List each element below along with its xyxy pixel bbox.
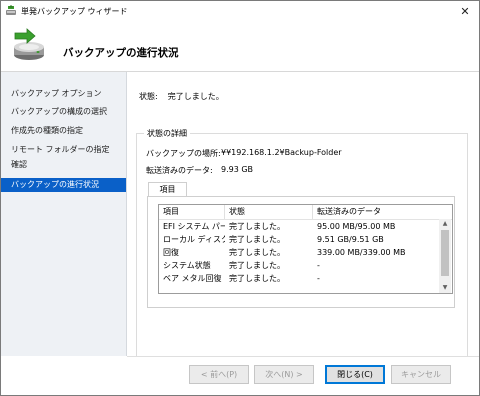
column-header-transferred[interactable]: 転送済みのデータ [313, 205, 439, 219]
status-label: 状態: [139, 92, 158, 101]
table-cell-status: 完了しました。 [229, 274, 285, 283]
backup-location-row: バックアップの場所: ¥¥192.168.1.2¥Backup-Folder [146, 148, 342, 159]
sidebar-item-destination-type[interactable]: 作成先の種類の指定 [1, 124, 126, 138]
wizard-header: バックアップの進行状況 [1, 21, 479, 71]
wizard-footer: < 前へ(P) 次へ(N) > 閉じる(C) キャンセル [1, 357, 479, 395]
items-tab-pane: 項目 状態 転送済みのデータ EFI システム パー… 完了しました。 95.0… [147, 196, 455, 308]
table-header: 項目 状態 転送済みのデータ [159, 205, 452, 220]
table-vertical-scrollbar[interactable]: ▲ ▼ [439, 219, 451, 293]
table-cell-transferred: 339.00 MB/339.00 MB [317, 248, 406, 257]
sidebar-item-remote-folder[interactable]: リモート フォルダーの指定 [1, 143, 126, 157]
column-header-item[interactable]: 項目 [159, 205, 225, 219]
table-row[interactable]: ベア メタル回復 完了しました。 - [159, 273, 439, 285]
next-button[interactable]: 次へ(N) > [254, 365, 314, 384]
sidebar-item-backup-options[interactable]: バックアップ オプション [1, 87, 126, 101]
sidebar-item-confirmation[interactable]: 確認 [1, 158, 126, 172]
table-row[interactable]: 回復 完了しました。 339.00 MB/339.00 MB [159, 247, 439, 259]
backup-wizard-icon [6, 5, 16, 15]
table-cell-item: ローカル ディスク… [163, 235, 225, 244]
table-cell-transferred: 9.51 GB/9.51 GB [317, 235, 384, 244]
table-row[interactable]: ローカル ディスク… 完了しました。 9.51 GB/9.51 GB [159, 234, 439, 246]
chevron-down-icon[interactable]: ▼ [439, 283, 451, 293]
table-row[interactable]: システム状態 完了しました。 - [159, 260, 439, 272]
table-cell-item: ベア メタル回復 [163, 274, 222, 283]
sidebar-item-backup-configuration[interactable]: バックアップの構成の選択 [1, 105, 126, 119]
table-row[interactable]: EFI システム パー… 完了しました。 95.00 MB/95.00 MB [159, 221, 439, 233]
table-cell-transferred: 95.00 MB/95.00 MB [317, 222, 396, 231]
table-cell-transferred: - [317, 274, 320, 283]
main-content: 状態: 完了しました。 状態の詳細 バックアップの場所: ¥¥192.168.1.… [127, 72, 479, 359]
wizard-steps-sidebar: バックアップ オプション バックアップの構成の選択 作成先の種類の指定 リモート… [1, 72, 127, 356]
close-button[interactable]: 閉じる(C) [325, 365, 385, 384]
status-line: 状態: 完了しました。 [139, 91, 224, 102]
close-icon[interactable]: ✕ [456, 3, 474, 19]
chevron-up-icon[interactable]: ▲ [439, 219, 451, 229]
table-cell-item: システム状態 [163, 261, 211, 270]
table-cell-status: 完了しました。 [229, 222, 285, 231]
table-cell-item: 回復 [163, 248, 179, 257]
window-title: 単発バックアップ ウィザード [21, 7, 128, 16]
table-cell-status: 完了しました。 [229, 235, 285, 244]
tab-items[interactable]: 項目 [148, 182, 187, 197]
items-table[interactable]: 項目 状態 転送済みのデータ EFI システム パー… 完了しました。 95.0… [158, 204, 453, 294]
status-details-label: 状態の詳細 [144, 128, 190, 139]
transferred-data-value: 9.93 GB [221, 165, 254, 174]
scrollbar-thumb[interactable] [441, 230, 449, 276]
table-cell-status: 完了しました。 [229, 248, 285, 257]
column-header-status[interactable]: 状態 [225, 205, 313, 219]
cancel-button[interactable]: キャンセル [391, 365, 451, 384]
title-bar[interactable]: 単発バックアップ ウィザード ✕ [1, 1, 479, 21]
status-value: 完了しました。 [167, 92, 224, 101]
backup-location-value: ¥¥192.168.1.2¥Backup-Folder [221, 148, 342, 157]
previous-button[interactable]: < 前へ(P) [189, 365, 249, 384]
wizard-window: 単発バックアップ ウィザード ✕ バックアップの進行状況 バックアップ オプショ… [0, 0, 480, 396]
transferred-data-label: 転送済みのデータ: [146, 166, 213, 175]
table-cell-status: 完了しました。 [229, 261, 285, 270]
table-cell-transferred: - [317, 261, 320, 270]
sidebar-item-backup-progress[interactable]: バックアップの進行状況 [1, 178, 126, 192]
table-cell-item: EFI システム パー… [163, 222, 225, 231]
page-title: バックアップの進行状況 [63, 47, 179, 59]
transferred-data-row: 転送済みのデータ: 9.93 GB [146, 165, 253, 176]
disk-backup-icon [14, 28, 44, 60]
backup-location-label: バックアップの場所: [146, 149, 221, 158]
